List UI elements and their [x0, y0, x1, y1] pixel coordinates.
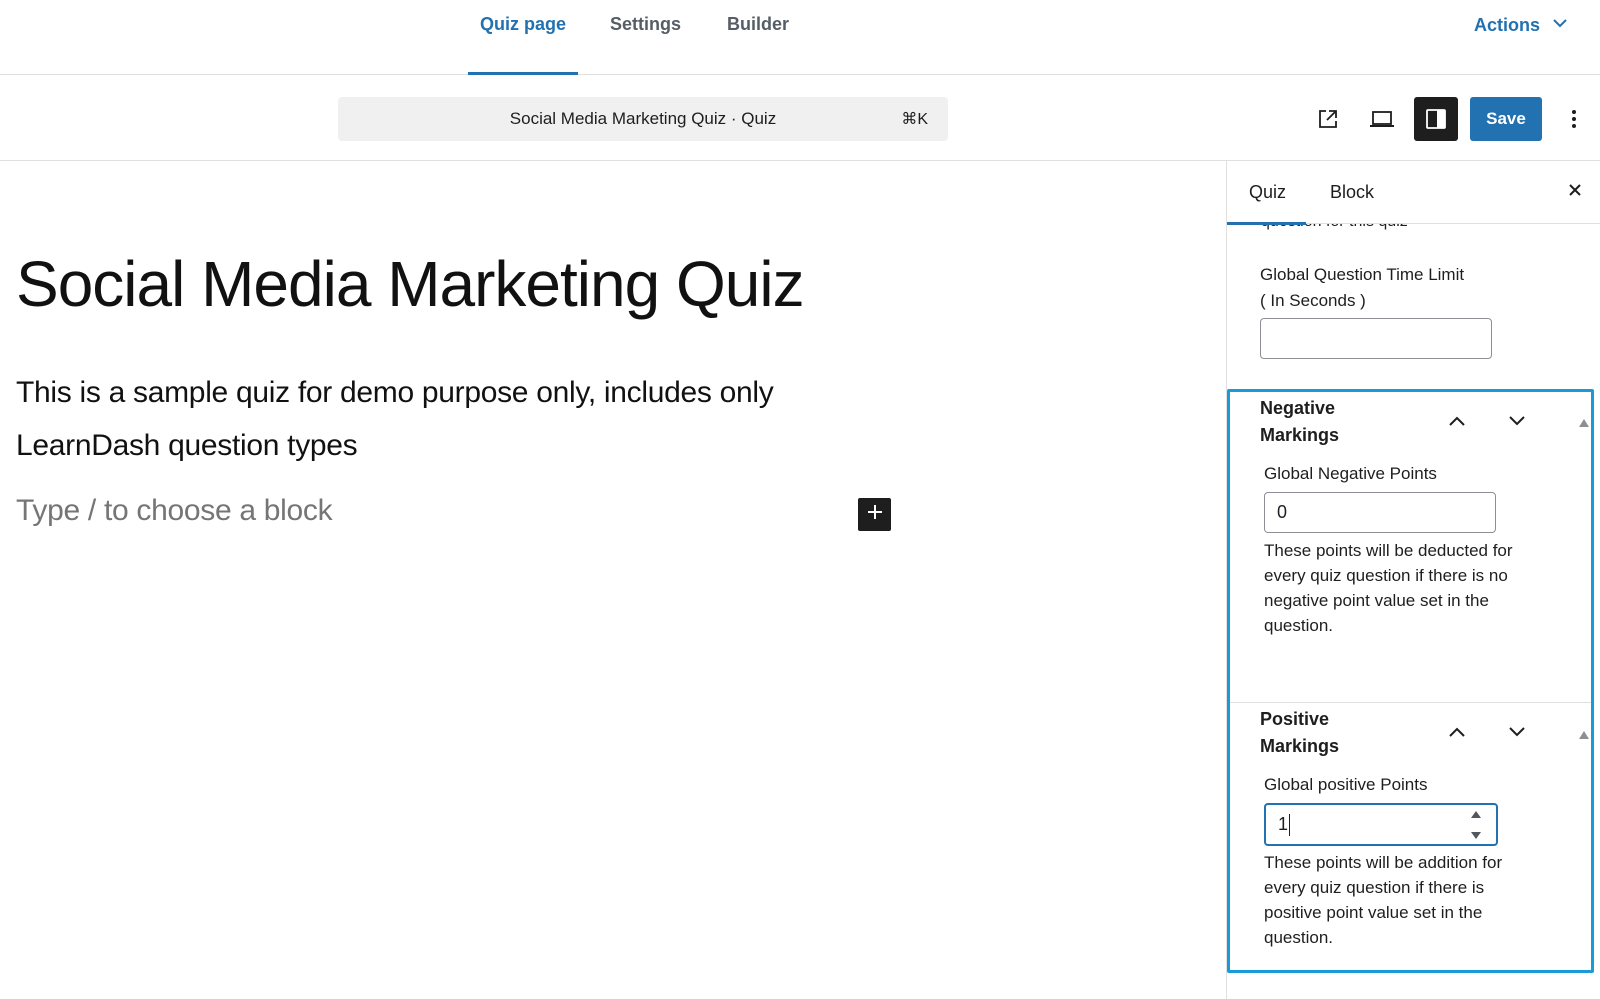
command-palette-bar[interactable]: Social Media Marketing Quiz · Quiz ⌘K: [338, 97, 948, 141]
positive-markings-title-line-1: Positive: [1260, 709, 1330, 729]
actions-label: Actions: [1473, 15, 1540, 35]
negative-help-line: These points will be deducted for: [1264, 541, 1513, 560]
tab-quiz-page[interactable]: Quiz page: [468, 0, 578, 76]
chevron-up-icon: [1448, 723, 1466, 746]
negative-help-line: question.: [1264, 616, 1333, 635]
close-sidebar-button[interactable]: [1563, 180, 1587, 204]
command-shortcut: ⌘K: [901, 111, 928, 128]
positive-points-label: Global positive Points: [1264, 775, 1428, 794]
negative-points-input[interactable]: [1264, 492, 1496, 533]
negative-help-line: negative point value set in the: [1264, 591, 1489, 610]
move-down-button[interactable]: [1501, 718, 1533, 750]
add-block-button[interactable]: [858, 498, 891, 531]
page-title[interactable]: Social Media Marketing Quiz: [16, 247, 805, 321]
command-bar-title: Social Media Marketing Quiz · Quiz: [509, 109, 777, 128]
plus-icon: [866, 503, 884, 526]
negative-help-line: every quiz question if there is no: [1264, 566, 1508, 585]
panel-divider: [1230, 702, 1591, 703]
top-navigation: Quiz page Settings Builder Actions: [0, 0, 1600, 76]
sidebar-tab-block[interactable]: Block: [1330, 161, 1374, 224]
move-down-button[interactable]: [1501, 407, 1533, 439]
sidebar-tab-quiz-label: Quiz: [1249, 182, 1287, 202]
settings-sidebar: Quiz Block question for this quiz Global…: [1226, 161, 1600, 999]
spin-up-icon[interactable]: [1471, 811, 1481, 818]
block-placeholder[interactable]: Type / to choose a block: [16, 494, 333, 528]
time-limit-label-line-1: Global Question Time Limit: [1260, 265, 1465, 284]
time-limit-input[interactable]: [1260, 318, 1492, 359]
number-spinner[interactable]: [1470, 811, 1482, 839]
quiz-description[interactable]: This is a sample quiz for demo purpose o…: [16, 366, 816, 472]
more-options-icon[interactable]: [1552, 97, 1596, 141]
close-icon: [1567, 182, 1583, 203]
sidebar-tab-quiz[interactable]: Quiz: [1227, 161, 1307, 225]
positive-help-line: These points will be addition for: [1264, 853, 1503, 872]
move-up-button[interactable]: [1441, 407, 1473, 439]
editor-canvas[interactable]: Social Media Marketing Quiz This is a sa…: [0, 161, 1226, 999]
collapse-triangle-icon[interactable]: [1579, 731, 1589, 739]
negative-points-label: Global Negative Points: [1264, 464, 1437, 483]
markings-panel-group: Negative Markings Global Negative Points…: [1227, 389, 1594, 973]
time-limit-label: Global Question Time Limit ( In Seconds …: [1260, 262, 1464, 314]
tab-settings-label: Settings: [610, 14, 682, 34]
positive-points-input[interactable]: 1: [1264, 803, 1498, 846]
tab-quiz-page-label: Quiz page: [479, 14, 566, 34]
move-up-button[interactable]: [1441, 718, 1473, 750]
save-button[interactable]: Save: [1470, 97, 1542, 141]
positive-help-line: every quiz question if there is: [1264, 878, 1485, 897]
chevron-down-icon: [1508, 723, 1526, 746]
negative-markings-title[interactable]: Negative Markings: [1260, 395, 1339, 449]
spin-down-icon[interactable]: [1471, 832, 1481, 839]
positive-help-line: question.: [1264, 928, 1333, 947]
text-caret: [1289, 813, 1291, 836]
chevron-down-icon: [1508, 412, 1526, 435]
chevron-up-icon: [1448, 412, 1466, 435]
negative-markings-title-line-2: Markings: [1260, 425, 1340, 445]
sidebar-tab-block-label: Block: [1330, 182, 1375, 202]
sidebar-toggle-icon[interactable]: [1414, 97, 1458, 141]
external-link-icon[interactable]: [1306, 97, 1350, 141]
tab-builder-label: Builder: [727, 14, 790, 34]
description-line-2: LearnDash question types: [16, 429, 358, 462]
negative-points-help: These points will be deducted for every …: [1264, 538, 1513, 638]
actions-menu[interactable]: Actions: [1474, 15, 1568, 36]
chevron-down-icon: [1552, 15, 1568, 36]
collapse-triangle-icon[interactable]: [1579, 419, 1589, 427]
tab-builder[interactable]: Builder: [727, 0, 789, 75]
positive-help-line: positive point value set in the: [1264, 903, 1483, 922]
positive-markings-title-line-2: Markings: [1260, 736, 1340, 756]
editor-toolbar: Social Media Marketing Quiz · Quiz ⌘K Sa…: [0, 75, 1600, 161]
negative-markings-title-line-1: Negative: [1260, 398, 1336, 418]
positive-markings-title[interactable]: Positive Markings: [1260, 706, 1339, 760]
time-limit-label-line-2: ( In Seconds ): [1260, 291, 1366, 310]
sidebar-tabs: Quiz Block: [1227, 161, 1600, 225]
description-line-1: This is a sample quiz for demo purpose o…: [16, 376, 774, 409]
tab-settings[interactable]: Settings: [610, 0, 681, 75]
positive-points-value: 1: [1278, 814, 1289, 834]
desktop-preview-icon[interactable]: [1360, 97, 1404, 141]
positive-points-help: These points will be addition for every …: [1264, 850, 1502, 950]
